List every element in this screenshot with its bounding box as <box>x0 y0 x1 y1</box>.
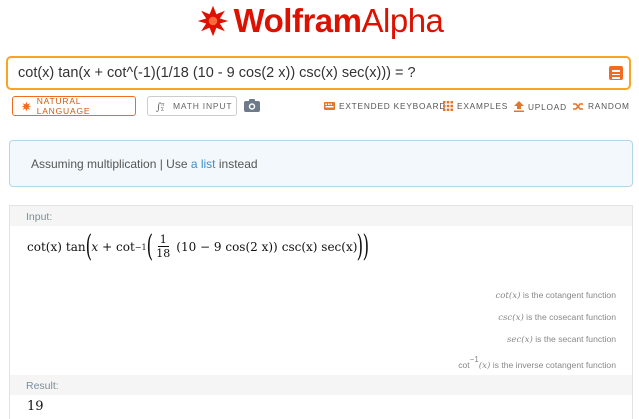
fraction-numerator: 1 <box>157 233 169 247</box>
formula-plus-cot: + cot <box>102 240 135 254</box>
assumption-suffix: instead <box>215 157 258 171</box>
result-value: 19 <box>27 399 44 414</box>
compute-button[interactable] <box>609 66 623 80</box>
note-text: is the cotangent function <box>520 290 616 300</box>
logo-text: WolframAlpha <box>233 2 444 39</box>
input-formula: cot(x) tan ( x + cot −1 ( 1 18 (10 − 9 c… <box>27 229 370 264</box>
note-arccot: cot−1(x) is the inverse cotangent functi… <box>316 355 616 371</box>
upload-button[interactable]: UPLOAD <box>514 101 567 112</box>
natural-language-button[interactable]: NATURAL LANGUAGE <box>12 96 136 116</box>
math-input-button[interactable]: ∫ π Σ MATH INPUT <box>147 96 237 116</box>
note-cot: cot(x) is the cotangent function <box>316 290 616 301</box>
note-text: is the inverse cotangent function <box>490 360 616 370</box>
examples-label: EXAMPLES <box>457 101 509 111</box>
formula-inverse-exponent: −1 <box>134 242 147 252</box>
natural-language-label: NATURAL LANGUAGE <box>36 96 91 116</box>
note-sup: −1 <box>469 355 479 364</box>
note-fn: csc(x) <box>498 313 524 323</box>
assumption-prefix: Assuming multiplication | Use <box>31 157 191 171</box>
fraction-denominator: 18 <box>156 247 171 260</box>
note-fn-arg: (x) <box>478 361 491 371</box>
formula-cot: cot(x) <box>27 240 62 254</box>
note-text: is the cosecant function <box>523 312 616 322</box>
formula-inner: (10 − 9 cos(2 x)) <box>176 240 278 254</box>
shuffle-icon <box>573 102 583 110</box>
spikey-icon <box>21 101 32 111</box>
grid-icon <box>443 101 453 111</box>
note-fn: cot <box>458 360 470 370</box>
assumption-box: Assuming multiplication | Use a list ins… <box>9 140 633 187</box>
search-input[interactable] <box>18 63 608 83</box>
extended-keyboard-label: EXTENDED KEYBOARD <box>339 101 447 111</box>
note-fn: cot(x) <box>495 291 521 301</box>
result-pod-title: Result: <box>26 380 59 392</box>
random-button[interactable]: RANDOM <box>573 101 630 111</box>
upload-label: UPLOAD <box>528 101 567 112</box>
use-list-link[interactable]: a list <box>191 157 216 171</box>
formula-x: x <box>91 240 99 254</box>
results-pods: Input: cot(x) tan ( x + cot −1 ( 1 18 (1… <box>9 205 633 419</box>
note-text: is the secant function <box>532 334 616 344</box>
extended-keyboard-button[interactable]: EXTENDED KEYBOARD <box>324 101 446 111</box>
examples-button[interactable]: EXAMPLES <box>443 101 508 111</box>
math-input-icon: ∫ π Σ <box>156 102 165 112</box>
camera-icon[interactable] <box>244 98 260 112</box>
input-pod-title: Input: <box>26 211 53 223</box>
keyboard-icon <box>324 102 335 110</box>
wolfram-spikey-icon <box>197 5 228 37</box>
note-sec: sec(x) is the secant function <box>316 334 616 345</box>
wolfram-alpha-logo[interactable]: WolframAlpha <box>0 2 639 44</box>
result-pod-header: Result: <box>10 375 632 395</box>
random-label: RANDOM <box>588 101 630 111</box>
search-box[interactable] <box>6 56 631 90</box>
formula-tail: csc(x) sec(x) <box>281 240 358 254</box>
math-input-label: MATH INPUT <box>173 101 233 111</box>
note-csc: csc(x) is the cosecant function <box>316 312 616 323</box>
note-fn: sec(x) <box>507 335 533 345</box>
upload-icon <box>514 101 524 112</box>
assumption-text: Assuming multiplication | Use a list ins… <box>31 157 258 171</box>
svg-text:Σ: Σ <box>161 107 165 112</box>
formula-tan: tan <box>65 240 86 254</box>
formula-fraction: 1 18 <box>154 233 172 261</box>
input-pod-header: Input: <box>10 206 632 226</box>
